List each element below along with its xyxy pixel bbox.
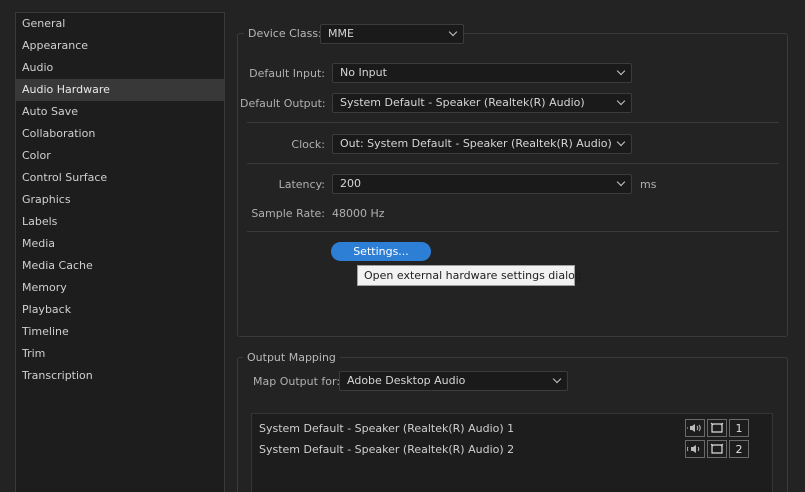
- device-class-label: Device Class:: [244, 27, 325, 40]
- latency-unit: ms: [640, 178, 657, 191]
- sidebar-item-memory[interactable]: Memory: [16, 277, 224, 299]
- chevron-down-icon: [616, 96, 626, 106]
- stereo-bracket-icon[interactable]: [707, 419, 727, 437]
- sidebar-item-color[interactable]: Color: [16, 145, 224, 167]
- mapping-row-label[interactable]: System Default - Speaker (Realtek(R) Aud…: [259, 443, 514, 456]
- sidebar-item-general[interactable]: General: [16, 13, 224, 35]
- latency-label: Latency:: [278, 178, 325, 191]
- default-output-dropdown[interactable]: System Default - Speaker (Realtek(R) Aud…: [332, 93, 632, 113]
- preferences-sidebar: General Appearance Audio Audio Hardware …: [15, 12, 225, 492]
- sidebar-item-appearance[interactable]: Appearance: [16, 35, 224, 57]
- latency-dropdown[interactable]: 200: [332, 174, 632, 194]
- sidebar-item-collaboration[interactable]: Collaboration: [16, 123, 224, 145]
- divider: [247, 163, 779, 164]
- clock-label: Clock:: [291, 138, 325, 151]
- speaker-icon[interactable]: [685, 419, 705, 437]
- sidebar-item-graphics[interactable]: Graphics: [16, 189, 224, 211]
- chevron-down-icon: [448, 27, 458, 37]
- output-mapping-list: System Default - Speaker (Realtek(R) Aud…: [251, 413, 773, 492]
- sidebar-item-audio[interactable]: Audio: [16, 57, 224, 79]
- clock-dropdown[interactable]: Out: System Default - Speaker (Realtek(R…: [332, 134, 632, 154]
- latency-value: 200: [340, 177, 361, 190]
- sample-rate-value: 48000 Hz: [332, 207, 385, 220]
- map-output-for-label: Map Output for:: [253, 375, 341, 388]
- stereo-bracket-icon[interactable]: [707, 440, 727, 458]
- sample-rate-label: Sample Rate:: [251, 207, 325, 220]
- chevron-down-icon: [616, 177, 626, 187]
- sidebar-item-media[interactable]: Media: [16, 233, 224, 255]
- speaker-icon[interactable]: [685, 440, 705, 458]
- default-input-dropdown[interactable]: No Input: [332, 63, 632, 83]
- chevron-down-icon: [616, 137, 626, 147]
- map-output-for-dropdown[interactable]: Adobe Desktop Audio: [339, 371, 568, 391]
- divider: [247, 122, 779, 123]
- default-input-value: No Input: [340, 66, 387, 79]
- sidebar-item-audio-hardware[interactable]: Audio Hardware: [16, 79, 224, 101]
- sidebar-item-auto-save[interactable]: Auto Save: [16, 101, 224, 123]
- settings-button[interactable]: Settings...: [331, 242, 431, 261]
- divider: [247, 231, 779, 232]
- device-class-dropdown[interactable]: MME: [320, 24, 464, 44]
- clock-value: Out: System Default - Speaker (Realtek(R…: [340, 137, 612, 150]
- sidebar-item-timeline[interactable]: Timeline: [16, 321, 224, 343]
- sidebar-item-transcription[interactable]: Transcription: [16, 365, 224, 387]
- chevron-down-icon: [552, 374, 562, 384]
- default-input-label: Default Input:: [249, 67, 325, 80]
- output-mapping-title: Output Mapping: [243, 351, 340, 364]
- sidebar-item-playback[interactable]: Playback: [16, 299, 224, 321]
- channel-number-button[interactable]: 2: [729, 440, 749, 458]
- default-output-value: System Default - Speaker (Realtek(R) Aud…: [340, 96, 585, 109]
- sidebar-item-trim[interactable]: Trim: [16, 343, 224, 365]
- sidebar-item-labels[interactable]: Labels: [16, 211, 224, 233]
- map-output-for-value: Adobe Desktop Audio: [347, 374, 466, 387]
- mapping-row-label[interactable]: System Default - Speaker (Realtek(R) Aud…: [259, 422, 514, 435]
- sidebar-item-control-surface[interactable]: Control Surface: [16, 167, 224, 189]
- settings-tooltip: Open external hardware settings dialog: [357, 265, 582, 286]
- sidebar-item-media-cache[interactable]: Media Cache: [16, 255, 224, 277]
- channel-number-button[interactable]: 1: [729, 419, 749, 437]
- chevron-down-icon: [616, 66, 626, 76]
- default-output-label: Default Output:: [240, 97, 326, 110]
- device-class-value: MME: [328, 27, 354, 40]
